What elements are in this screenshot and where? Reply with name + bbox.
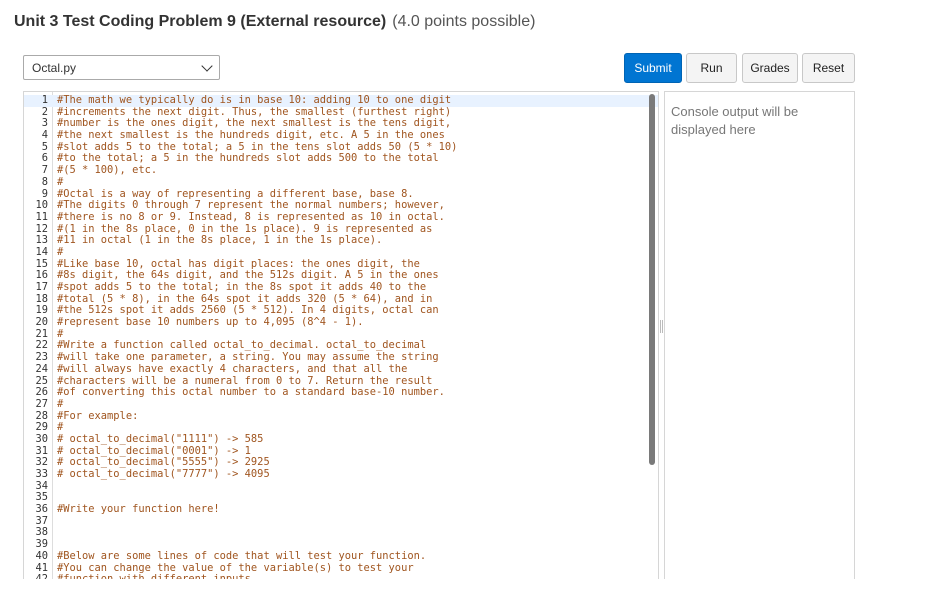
line-number: 1	[41, 94, 48, 106]
submit-button[interactable]: Submit	[624, 53, 682, 83]
code-line[interactable]: 33 # octal_to_decimal("7777") -> 4095	[24, 468, 658, 481]
line-number: 4	[41, 129, 48, 142]
code-line[interactable]: 26 #of converting this octal number to a …	[24, 386, 658, 399]
code-text[interactable]: # octal_to_decimal("1111") -> 585	[52, 433, 263, 446]
reset-button[interactable]: Reset	[802, 53, 855, 83]
line-number: 20	[35, 316, 48, 329]
page-title: Unit 3 Test Coding Problem 9 (External r…	[14, 13, 535, 31]
run-button[interactable]: Run	[686, 53, 737, 83]
code-text[interactable]	[52, 527, 57, 539]
line-number: 36	[35, 503, 48, 516]
code-line[interactable]: 27 #	[24, 397, 658, 411]
code-text[interactable]: #	[52, 176, 63, 189]
chevron-down-icon	[201, 59, 213, 72]
code-text[interactable]: #The math we typically do is in base 10:…	[52, 94, 451, 107]
file-select[interactable]: Octal.py	[23, 55, 220, 80]
code-text[interactable]: #For example:	[52, 410, 138, 423]
code-text[interactable]: #	[52, 246, 63, 259]
points-possible: (4.0 points possible)	[392, 13, 536, 30]
code-editor[interactable]: 1 #The math we typically do is in base 10…	[23, 91, 659, 579]
console-output: Console output will be displayed here	[664, 91, 855, 579]
line-number: 17	[35, 281, 48, 293]
code-text[interactable]: #the next smallest is the hundreds digit…	[52, 129, 445, 142]
code-text[interactable]: # octal_to_decimal("7777") -> 4095	[52, 468, 270, 481]
code-line[interactable]: 11 #there is no 8 or 9. Instead, 8 is rep…	[24, 210, 658, 224]
code-line[interactable]: 20 #represent base 10 numbers up to 4,095…	[24, 316, 658, 329]
code-text[interactable]	[52, 481, 57, 493]
code-line[interactable]: 17 #spot adds 5 to the total; in the 8s s…	[24, 281, 658, 294]
code-text[interactable]: #(5 * 100), etc.	[52, 164, 157, 177]
line-number: 24	[35, 362, 48, 375]
code-line[interactable]: 38	[24, 527, 658, 539]
code-lines: 1 #The math we typically do is in base 10…	[24, 94, 658, 579]
line-number: 14	[35, 245, 48, 258]
console-placeholder: Console output will be displayed here	[671, 104, 799, 137]
line-number: 27	[35, 397, 48, 410]
code-text[interactable]	[52, 516, 57, 528]
code-line[interactable]: 7 #(5 * 100), etc.	[24, 164, 658, 177]
code-line[interactable]: 14 #	[24, 245, 658, 259]
pane-resize-handle[interactable]	[660, 320, 663, 333]
code-text[interactable]: #Below are some lines of code that will …	[52, 550, 426, 563]
line-number: 8	[41, 175, 48, 188]
code-line[interactable]: 4 #the next smallest is the hundreds digi…	[24, 129, 658, 142]
code-line[interactable]: 13 #11 in octal (1 in the 8s place, 1 in …	[24, 235, 658, 247]
code-line[interactable]: 1 #The math we typically do is in base 10…	[24, 94, 658, 107]
line-number: 42	[24, 573, 52, 579]
line-number: 33	[35, 468, 48, 480]
grades-button[interactable]: Grades	[742, 53, 798, 83]
code-line[interactable]: 24 #will always have exactly 4 characters…	[24, 362, 658, 376]
code-text[interactable]: #spot adds 5 to the total; in the 8s spo…	[52, 281, 426, 294]
code-text[interactable]: #	[52, 398, 63, 411]
code-text[interactable]: #will always have exactly 4 characters, …	[52, 363, 407, 376]
problem-title: Unit 3 Test Coding Problem 9 (External r…	[14, 13, 387, 30]
code-line[interactable]: 42#function with different inputs.	[24, 573, 658, 579]
code-text[interactable]: #function with different inputs.	[52, 573, 257, 579]
file-select-value: Octal.py	[32, 60, 77, 75]
code-line[interactable]: 8 #	[24, 175, 658, 189]
line-number: 11	[35, 210, 48, 223]
code-line[interactable]: 30 # octal_to_decimal("1111") -> 585	[24, 432, 658, 446]
line-number: 40	[35, 549, 48, 562]
code-line[interactable]: 36 #Write your function here!	[24, 503, 658, 516]
code-text[interactable]: #of converting this octal number to a st…	[52, 386, 445, 399]
code-line[interactable]: 34	[24, 480, 658, 493]
code-text[interactable]: #Write your function here!	[52, 503, 220, 516]
code-line[interactable]: 28 #For example:	[24, 410, 658, 423]
code-line[interactable]: 40 #Below are some lines of code that wil…	[24, 549, 658, 563]
line-number: 30	[35, 432, 48, 445]
code-text[interactable]: #there is no 8 or 9. Instead, 8 is repre…	[52, 211, 445, 224]
code-text[interactable]: #represent base 10 numbers up to 4,095 (…	[52, 316, 364, 329]
code-line[interactable]: 37	[24, 515, 658, 528]
code-text[interactable]: #11 in octal (1 in the 8s place, 1 in th…	[52, 235, 382, 247]
editor-scrollbar[interactable]	[649, 94, 655, 465]
